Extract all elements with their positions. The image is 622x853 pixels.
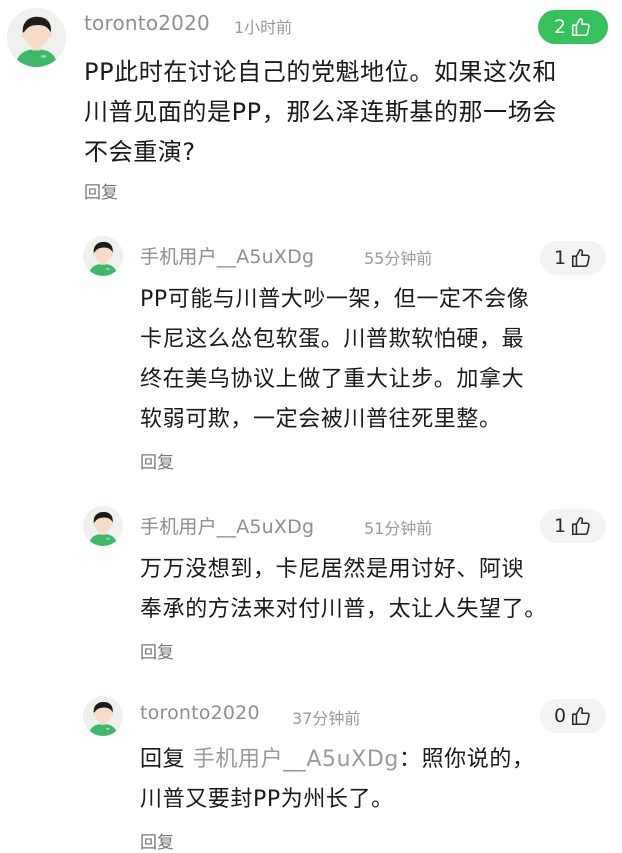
comment-text: PP此时在讨论自己的党魁地位。如果这次和 川普见面的是PP，那么泽连斯基的那一场…: [84, 52, 614, 172]
comment-text-line: 不会重演?: [84, 138, 196, 166]
comment-text-line: 川普又要封PP为州长了。: [140, 787, 394, 812]
comment-username[interactable]: toronto2020: [140, 702, 260, 724]
like-count: 1: [553, 247, 567, 269]
thumbs-up-icon: [570, 16, 592, 38]
thumbs-up-icon: [570, 247, 592, 269]
reply-comment-item: 手机用户__A5uXDg 51分钟前 1 万万没想到，卡尼居然是用讨好、阿谀 奉…: [0, 500, 622, 670]
user-avatar-icon[interactable]: [83, 696, 123, 736]
mention-link[interactable]: 手机用户__A5uXDg: [193, 747, 399, 772]
comment-username[interactable]: 手机用户__A5uXDg: [140, 242, 314, 269]
comment-item: toronto2020 1小时前 2 PP此时在讨论自己的党魁地位。如果这次和 …: [0, 0, 622, 210]
comment-text-line: 终在美乌协议上做了重大让步。加拿大: [140, 367, 525, 392]
thumbs-up-icon: [570, 515, 592, 537]
comment-text-line: 卡尼这么怂包软蛋。川普欺软怕硬，最: [140, 327, 525, 352]
like-count: 2: [553, 16, 567, 38]
reply-button[interactable]: 回复: [140, 638, 174, 663]
comment-text-line: PP此时在讨论自己的党魁地位。如果这次和: [84, 58, 557, 86]
comment-time: 55分钟前: [364, 249, 433, 268]
comment-text-line: 奉承的方法来对付川普，太让人失望了。: [140, 597, 547, 622]
reply-prefix: 回复: [140, 747, 186, 772]
comment-text: PP可能与川普大吵一架，但一定不会像 卡尼这么怂包软蛋。川普欺软怕硬，最 终在美…: [140, 280, 616, 440]
like-button[interactable]: 2: [538, 10, 608, 44]
comment-text: 万万没想到，卡尼居然是用讨好、阿谀 奉承的方法来对付川普，太让人失望了。: [140, 550, 616, 630]
reply-comment-item: toronto2020 37分钟前 0 回复 手机用户__A5uXDg：照你说的…: [0, 690, 622, 853]
comment-text: 回复 手机用户__A5uXDg：照你说的， 川普又要封PP为州长了。: [140, 740, 616, 820]
user-avatar-icon[interactable]: [83, 236, 123, 276]
user-avatar-icon[interactable]: [83, 506, 123, 546]
comment-text-line: 软弱可欺，一定会被川普往死里整。: [140, 407, 502, 432]
like-count: 0: [553, 705, 567, 727]
comment-username[interactable]: 手机用户__A5uXDg: [140, 512, 314, 539]
comment-time: 1小时前: [234, 18, 293, 37]
reply-comment-item: 手机用户__A5uXDg 55分钟前 1 PP可能与川普大吵一架，但一定不会像 …: [0, 230, 622, 480]
like-count: 1: [553, 515, 567, 537]
comment-text-line: 回复 手机用户__A5uXDg：照你说的，: [140, 740, 616, 780]
comment-text-line: 川普见面的是PP，那么泽连斯基的那一场会: [84, 98, 557, 126]
comment-text-segment: ：照你说的，: [398, 747, 535, 772]
reply-button[interactable]: 回复: [140, 448, 174, 473]
user-avatar-icon[interactable]: [7, 8, 66, 67]
like-button[interactable]: 1: [540, 509, 606, 543]
comment-text-line: 万万没想到，卡尼居然是用讨好、阿谀: [140, 557, 525, 582]
comment-time: 51分钟前: [364, 519, 433, 538]
reply-button[interactable]: 回复: [84, 178, 118, 203]
reply-button[interactable]: 回复: [140, 828, 174, 853]
comment-time: 37分钟前: [292, 709, 361, 728]
like-button[interactable]: 1: [540, 241, 606, 275]
comment-username[interactable]: toronto2020: [84, 11, 210, 35]
thumbs-up-icon: [570, 705, 592, 727]
like-button[interactable]: 0: [540, 699, 606, 733]
comment-text-line: PP可能与川普大吵一架，但一定不会像: [140, 287, 530, 312]
